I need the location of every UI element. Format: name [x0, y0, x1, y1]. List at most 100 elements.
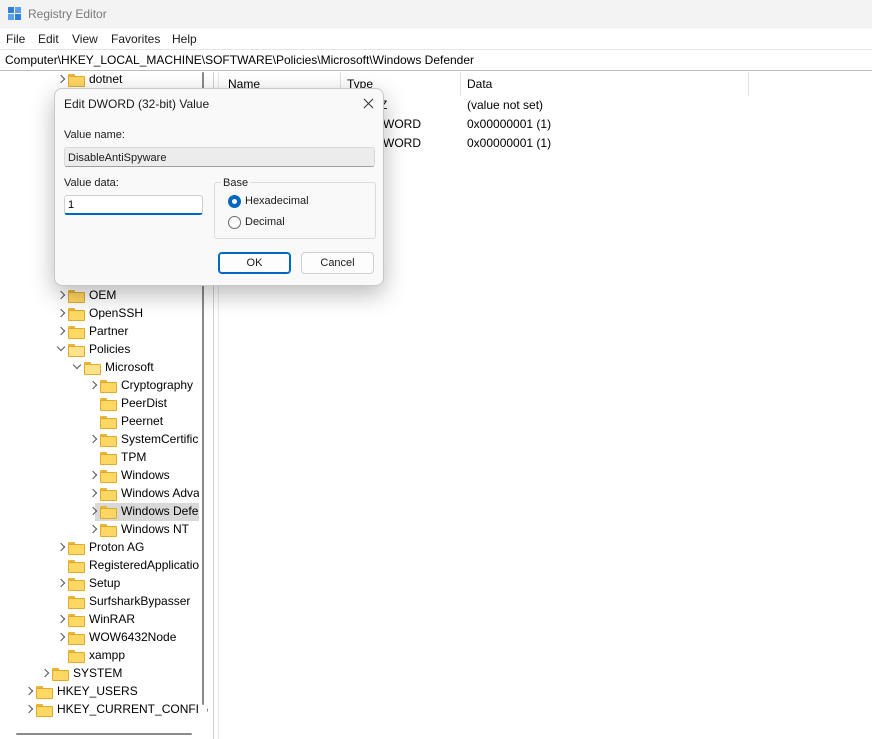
- tree-item-label[interactable]: HKEY_USERS: [57, 684, 138, 698]
- tree-item[interactable]: RegisteredApplicatio: [0, 557, 199, 575]
- tree-item-label[interactable]: Proton AG: [89, 540, 144, 554]
- tree-item[interactable]: dotnet: [0, 72, 199, 89]
- value-data-input[interactable]: [64, 195, 203, 215]
- radio-checked-icon[interactable]: [228, 195, 241, 208]
- tree-item-label[interactable]: WOW6432Node: [89, 630, 176, 644]
- chevron-right-icon[interactable]: [56, 307, 66, 319]
- tree-item-label[interactable]: SystemCertific: [121, 432, 198, 446]
- tree-item-label[interactable]: xampp: [89, 648, 125, 662]
- radio-unchecked-icon[interactable]: [228, 216, 241, 229]
- chevron-right-icon[interactable]: [40, 667, 50, 679]
- tree-item-label[interactable]: Partner: [89, 324, 128, 338]
- tree-item[interactable]: xampp: [0, 647, 199, 665]
- edit-dword-dialog: Edit DWORD (32-bit) Value Value name: Di…: [54, 88, 384, 286]
- tree-item[interactable]: WOW6432Node: [0, 629, 199, 647]
- chevron-right-icon[interactable]: [88, 523, 98, 535]
- menu-help[interactable]: Help: [172, 32, 197, 46]
- tree-item-label[interactable]: Microsoft: [105, 360, 154, 374]
- registry-editor-window: Registry Editor File Edit View Favorites…: [0, 0, 872, 739]
- address-bar[interactable]: Computer\HKEY_LOCAL_MACHINE\SOFTWARE\Pol…: [0, 49, 872, 71]
- tree-hscroll-thumb[interactable]: [16, 733, 192, 735]
- chevron-down-icon[interactable]: [72, 361, 82, 373]
- chevron-right-icon[interactable]: [88, 379, 98, 391]
- tree-item-label[interactable]: PeerDist: [121, 396, 167, 410]
- chevron-right-icon[interactable]: [56, 541, 66, 553]
- tree-item-label[interactable]: Cryptography: [121, 378, 193, 392]
- address-path[interactable]: Computer\HKEY_LOCAL_MACHINE\SOFTWARE\Pol…: [5, 53, 474, 67]
- chevron-right-icon[interactable]: [56, 613, 66, 625]
- tree-item[interactable]: SYSTEM: [0, 665, 199, 683]
- chevron-down-icon[interactable]: [56, 343, 66, 355]
- tree-item-label[interactable]: SurfsharkBypasser: [89, 594, 190, 608]
- tree-item[interactable]: Policies: [0, 341, 199, 359]
- tree-item[interactable]: HKEY_USERS: [0, 683, 199, 701]
- tree-item-label[interactable]: dotnet: [89, 72, 122, 86]
- column-data[interactable]: Data: [467, 77, 492, 91]
- tree-item[interactable]: Partner: [0, 323, 199, 341]
- chevron-right-icon[interactable]: [24, 703, 34, 715]
- chevron-right-icon[interactable]: [88, 505, 98, 517]
- tree-item[interactable]: WinRAR: [0, 611, 199, 629]
- tree-item[interactable]: SurfsharkBypasser: [0, 593, 199, 611]
- radio-decimal-label[interactable]: Decimal: [245, 216, 285, 228]
- chevron-right-icon[interactable]: [56, 631, 66, 643]
- tree-item-label[interactable]: WinRAR: [89, 612, 135, 626]
- menu-file[interactable]: File: [6, 32, 25, 46]
- tree-item[interactable]: Windows Defe: [0, 503, 205, 521]
- chevron-right-icon[interactable]: [24, 685, 34, 697]
- tree-item-label[interactable]: Windows NT: [121, 522, 189, 536]
- column-divider[interactable]: [748, 72, 749, 96]
- cancel-button[interactable]: Cancel: [301, 252, 374, 274]
- menu-view[interactable]: View: [72, 32, 98, 46]
- tree-item-label[interactable]: Setup: [89, 576, 120, 590]
- folder-icon: [68, 542, 85, 555]
- tree-item[interactable]: Windows: [0, 467, 199, 485]
- tree-item-label[interactable]: OEM: [89, 288, 116, 302]
- folder-icon: [68, 308, 85, 321]
- tree-item-label[interactable]: Windows Defe: [121, 504, 198, 518]
- tree-item[interactable]: Peernet: [0, 413, 199, 431]
- tree-item[interactable]: HKEY_CURRENT_CONFIG: [0, 701, 208, 719]
- tree-item[interactable]: PeerDist: [0, 395, 199, 413]
- dialog-title: Edit DWORD (32-bit) Value: [64, 97, 210, 111]
- tree-item[interactable]: Cryptography: [0, 377, 199, 395]
- tree-item-label[interactable]: Windows Adva: [121, 486, 200, 500]
- value-data: 0x00000001 (1): [467, 136, 552, 150]
- menu-favorites[interactable]: Favorites: [111, 32, 160, 46]
- chevron-right-icon[interactable]: [56, 73, 66, 85]
- close-icon[interactable]: [358, 94, 380, 114]
- tree-item-label[interactable]: HKEY_CURRENT_CONFIG: [57, 702, 208, 716]
- ok-button[interactable]: OK: [218, 252, 291, 274]
- tree-item-label[interactable]: OpenSSH: [89, 306, 143, 320]
- chevron-right-icon[interactable]: [56, 325, 66, 337]
- chevron-right-icon[interactable]: [88, 433, 98, 445]
- tree-item[interactable]: SystemCertific: [0, 431, 199, 449]
- tree-item-label[interactable]: Policies: [89, 342, 130, 356]
- chevron-right-icon[interactable]: [88, 487, 98, 499]
- menu-edit[interactable]: Edit: [38, 32, 59, 46]
- tree-item[interactable]: Windows NT: [0, 521, 199, 539]
- tree-item[interactable]: Microsoft: [0, 359, 199, 377]
- column-divider[interactable]: [460, 72, 461, 96]
- tree-item-label[interactable]: Windows: [121, 468, 170, 482]
- tree-item-label[interactable]: TPM: [121, 450, 146, 464]
- chevron-right-icon[interactable]: [88, 469, 98, 481]
- folder-icon: [100, 488, 117, 501]
- folder-icon: [68, 326, 85, 339]
- tree-item[interactable]: OpenSSH: [0, 305, 199, 323]
- tree-item[interactable]: Windows Adva: [0, 485, 200, 503]
- tree-item[interactable]: Proton AG: [0, 539, 199, 557]
- chevron-right-icon[interactable]: [56, 577, 66, 589]
- tree-item[interactable]: Setup: [0, 575, 199, 593]
- chevron-right-icon[interactable]: [56, 289, 66, 301]
- tree-item-label[interactable]: Peernet: [121, 414, 163, 428]
- tree-item[interactable]: OEM: [0, 287, 199, 305]
- tree-item[interactable]: TPM: [0, 449, 199, 467]
- tree-horizontal-scrollbar[interactable]: [0, 729, 199, 739]
- folder-icon: [100, 416, 117, 429]
- tree-item-label[interactable]: RegisteredApplicatio: [89, 558, 199, 572]
- tree-item-label[interactable]: SYSTEM: [73, 666, 122, 680]
- folder-icon: [68, 74, 85, 87]
- menu-bar: File Edit View Favorites Help: [0, 29, 872, 49]
- radio-hexadecimal-label[interactable]: Hexadecimal: [245, 195, 309, 207]
